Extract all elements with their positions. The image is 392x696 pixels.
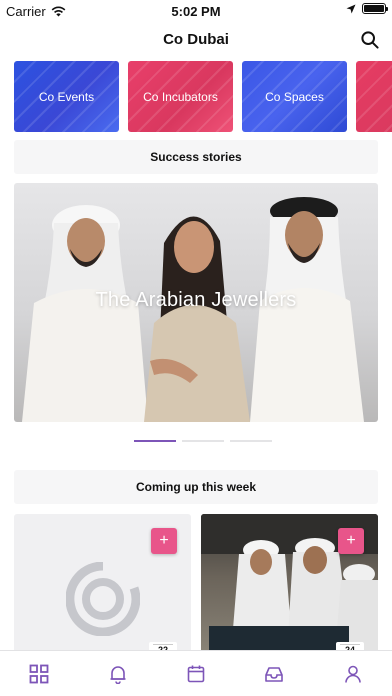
success-story-slide[interactable]: The Arabian Jewellers [14,183,378,422]
category-co-incubators[interactable]: Co Incubators [128,61,233,132]
section-title: Success stories [150,150,242,164]
category-co-spaces[interactable]: Co Spaces [242,61,347,132]
category-label: Co Spaces [265,89,324,104]
category-co-more[interactable]: Co [356,61,392,132]
add-to-calendar-button[interactable]: + [151,528,177,554]
placeholder-logo-icon [66,562,140,636]
tab-calendar[interactable] [157,651,235,696]
category-label: Co Incubators [143,89,218,104]
pager-dot[interactable] [182,440,224,442]
pager-dot-active[interactable] [134,440,176,442]
inbox-icon [265,666,284,682]
status-bar: Carrier 5:02 PM [0,0,392,22]
slide-title: The Arabian Jewellers [95,289,297,311]
clock: 5:02 PM [171,4,221,19]
bell-icon [110,665,126,684]
tab-notifications[interactable] [78,651,156,696]
success-stories-header: Success stories [14,140,378,174]
nav-bar: Co Dubai [0,22,392,58]
bottom-tab-bar [0,650,392,696]
grid-icon [29,664,49,683]
event-card[interactable]: + 24 [201,514,378,654]
pager-dot[interactable] [230,440,272,442]
event-card[interactable]: + 22 [14,514,191,654]
battery-icon [362,3,388,14]
calendar-icon [187,665,205,682]
profile-icon [345,665,361,683]
location-arrow-icon [346,4,356,13]
page-title: Co Dubai [163,31,229,48]
category-co-events[interactable]: Co Events [14,61,119,132]
coming-up-header: Coming up this week [14,470,378,504]
tab-home[interactable] [0,651,78,696]
search-icon[interactable] [360,30,380,50]
section-title: Coming up this week [135,480,256,494]
carousel-pager[interactable] [134,440,272,442]
category-carousel[interactable]: Co Events Co Incubators Co Spaces Co [14,61,392,132]
add-to-calendar-button[interactable]: + [338,528,364,554]
tab-profile[interactable] [314,651,392,696]
tab-inbox[interactable] [235,651,313,696]
category-label: Co Events [38,89,95,104]
status-right [346,3,388,14]
